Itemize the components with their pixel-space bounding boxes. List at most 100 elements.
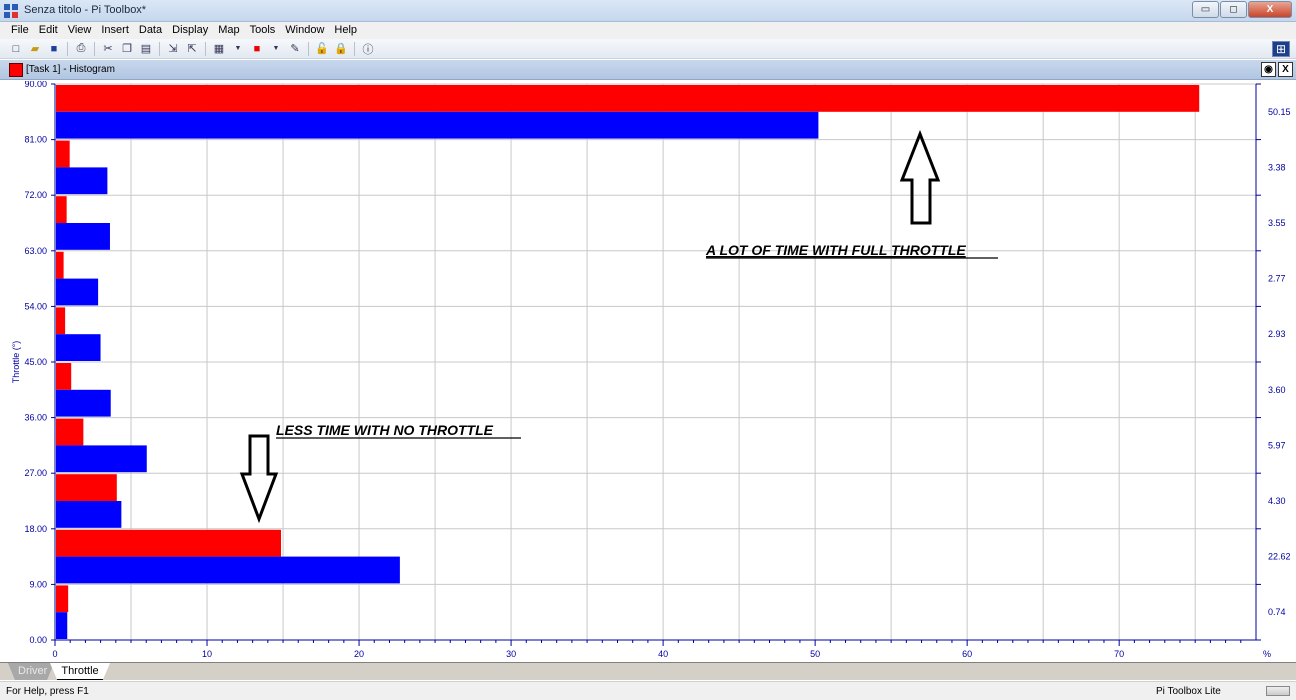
menu-help[interactable]: Help: [329, 22, 362, 39]
toolbar-separator: [67, 41, 68, 56]
bar-red: [56, 85, 1200, 112]
bin-value-label: 50.15: [1268, 107, 1291, 117]
bin-value-label: 2.93: [1268, 329, 1286, 339]
lock-icon[interactable]: 🔒: [333, 41, 349, 57]
y-tick-label: 63.00: [24, 246, 47, 256]
histogram-chart: 0.74 22.62 4.30 5.97 3.60 2.93 2.77 3.55 3.38 50.…: [0, 81, 1296, 662]
info-icon[interactable]: ⓘ: [360, 41, 376, 57]
menu-bar: File Edit View Insert Data Display Map T…: [0, 22, 1296, 39]
bin-value-label: 22.62: [1268, 552, 1291, 562]
save-icon[interactable]: ■: [46, 41, 62, 57]
document-title: [Task 1] - Histogram: [26, 64, 115, 75]
status-help-text: For Help, press F1: [6, 686, 89, 697]
document-close-button[interactable]: X: [1278, 62, 1293, 77]
x-tick-label: 30: [506, 649, 516, 659]
bar-blue: [56, 223, 110, 250]
sheet-tabs: Driver Throttle: [0, 662, 1296, 680]
bar-blue: [56, 167, 108, 195]
bar-red: [56, 418, 84, 446]
bin-value-label: 2.77: [1268, 274, 1286, 284]
menu-edit[interactable]: Edit: [34, 22, 63, 39]
menu-window[interactable]: Window: [280, 22, 329, 39]
window-title: Senza titolo - Pi Toolbox*: [24, 4, 147, 16]
x-tick-label: 0: [52, 649, 57, 659]
cut-icon[interactable]: ✂: [100, 41, 116, 57]
import-icon[interactable]: ⇲: [165, 41, 181, 57]
y-tick-label: 45.00: [24, 357, 47, 367]
x-tick-label: 40: [658, 649, 668, 659]
bar-red: [56, 196, 67, 223]
bin-value-label: 3.38: [1268, 162, 1286, 172]
menu-insert[interactable]: Insert: [96, 22, 134, 39]
status-product-name: Pi Toolbox Lite: [1156, 686, 1221, 697]
y-tick-label: 90.00: [24, 81, 47, 89]
maximize-button[interactable]: ◻: [1220, 1, 1247, 18]
menu-view[interactable]: View: [63, 22, 97, 39]
bin-value-label: 3.60: [1268, 385, 1286, 395]
layout-icon[interactable]: ▦: [211, 41, 227, 57]
resize-grip-icon[interactable]: [1266, 686, 1290, 696]
tab-driver[interactable]: Driver: [8, 663, 54, 680]
y-tick-label: 18.00: [24, 524, 47, 534]
x-tick-label: 20: [354, 649, 364, 659]
annotation-no-throttle: LESS TIME WITH NO THROTTLE: [276, 422, 494, 438]
minimize-button[interactable]: ▭: [1192, 1, 1219, 18]
menu-display[interactable]: Display: [167, 22, 213, 39]
color-icon[interactable]: ■: [249, 41, 265, 57]
dropdown-arrow-icon[interactable]: ▼: [268, 41, 284, 57]
open-icon[interactable]: ▰: [27, 41, 43, 57]
status-bar: For Help, press F1 Pi Toolbox Lite: [0, 681, 1296, 700]
bar-blue: [56, 556, 400, 584]
lock-open-icon[interactable]: 🔓: [314, 41, 330, 57]
bar-blue: [56, 445, 147, 473]
y-tick-label: 72.00: [24, 190, 47, 200]
title-bar: Senza titolo - Pi Toolbox* ▭ ◻ X: [0, 0, 1296, 22]
bar-blue: [56, 334, 101, 361]
tab-throttle[interactable]: Throttle: [50, 663, 110, 680]
bin-value-label: 3.55: [1268, 218, 1286, 228]
x-tick-label: 50: [810, 649, 820, 659]
x-tick-label: 70: [1114, 649, 1124, 659]
y-tick-label: 9.00: [29, 579, 47, 589]
bin-value-label: 5.97: [1268, 440, 1286, 450]
grid-view-icon[interactable]: ⊞: [1272, 41, 1290, 57]
y-tick-label: 36.00: [24, 413, 47, 423]
bar-red: [56, 474, 117, 501]
annotation-full-throttle: A LOT OF TIME WITH FULL THROTTLE: [705, 242, 966, 258]
dropdown-arrow-icon[interactable]: ▼: [230, 41, 246, 57]
y-tick-label: 27.00: [24, 468, 47, 478]
bar-red: [56, 585, 69, 613]
y-axis-label: Throttle (°): [11, 341, 21, 384]
new-icon[interactable]: □: [8, 41, 24, 57]
pin-icon[interactable]: ◉: [1261, 62, 1276, 77]
bar-blue: [56, 111, 819, 139]
bar-red: [56, 251, 64, 279]
menu-tools[interactable]: Tools: [245, 22, 281, 39]
y-tick-label: 0.00: [29, 635, 47, 645]
bar-blue: [56, 501, 122, 528]
export-icon[interactable]: ⇱: [184, 41, 200, 57]
print-icon[interactable]: ⎙: [73, 41, 89, 57]
bar-red: [56, 307, 66, 335]
bar-blue: [56, 612, 68, 639]
document-header: [Task 1] - Histogram ◉ X: [0, 60, 1296, 80]
bar-blue: [56, 278, 99, 306]
y-tick-label: 81.00: [24, 135, 47, 145]
toolbar-separator: [354, 41, 355, 56]
pen-icon[interactable]: ✎: [287, 41, 303, 57]
x-axis-label: %: [1263, 649, 1271, 659]
menu-map[interactable]: Map: [213, 22, 244, 39]
menu-file[interactable]: File: [6, 22, 34, 39]
x-tick-label: 60: [962, 649, 972, 659]
bar-red: [56, 529, 281, 557]
copy-icon[interactable]: ❐: [119, 41, 135, 57]
paste-icon[interactable]: ▤: [138, 41, 154, 57]
bin-value-label: 0.74: [1268, 607, 1286, 617]
bar-blue: [56, 389, 111, 417]
bin-value-label: 4.30: [1268, 496, 1286, 506]
close-button[interactable]: X: [1248, 1, 1292, 18]
toolbar-separator: [159, 41, 160, 56]
x-tick-label: 10: [202, 649, 212, 659]
toolbar-separator: [308, 41, 309, 56]
menu-data[interactable]: Data: [134, 22, 167, 39]
